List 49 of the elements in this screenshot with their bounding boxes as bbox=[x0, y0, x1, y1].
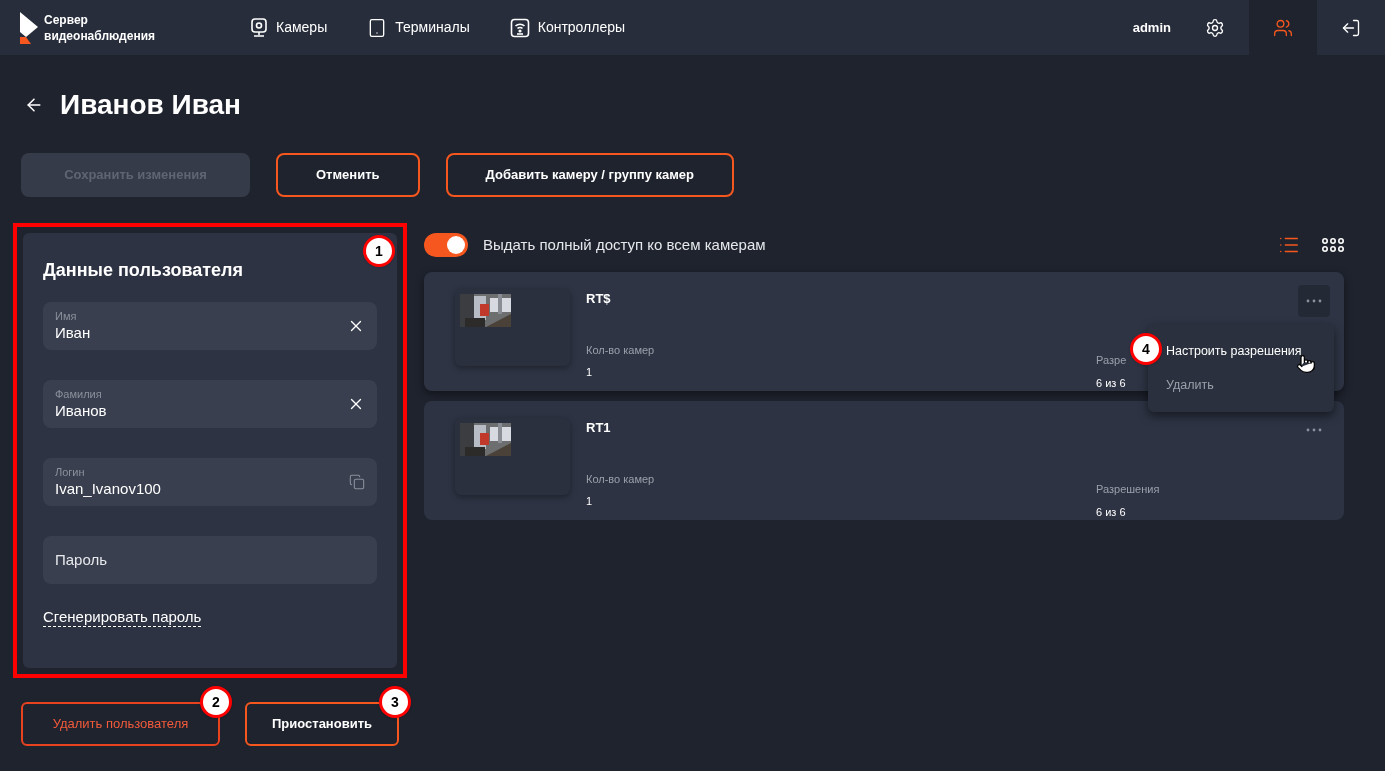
field-value: Ivan_Ivanov100 bbox=[55, 478, 162, 499]
group-name: RT$ bbox=[586, 290, 612, 308]
count-label: Кол-во камер bbox=[586, 342, 656, 358]
text-field[interactable]: Пароль bbox=[43, 536, 377, 584]
settings-icon bbox=[1205, 17, 1225, 38]
annotation-marker: 3 bbox=[379, 686, 411, 718]
text-field[interactable]: Логин Ivan_Ivanov100 bbox=[43, 458, 377, 506]
view-mode-button[interactable] bbox=[1322, 237, 1344, 253]
logo-text: Сервер видеонаблюдения bbox=[44, 11, 156, 44]
field-label: Имя bbox=[55, 309, 78, 323]
copy-icon[interactable] bbox=[349, 474, 365, 490]
count-label: Кол-во камер bbox=[586, 471, 656, 487]
nav-link[interactable]: Контроллеры bbox=[509, 17, 626, 38]
text-field[interactable]: Фамилия Иванов bbox=[43, 380, 377, 428]
toggle-switch[interactable] bbox=[424, 233, 468, 257]
permissions-value: 6 из 6 bbox=[1096, 504, 1127, 520]
group-name: RT1 bbox=[586, 419, 612, 437]
action-button[interactable]: Добавить камеру / группу камер bbox=[445, 153, 734, 197]
generate-password-link[interactable]: Сгенерировать пароль bbox=[43, 608, 202, 627]
username: admin bbox=[1132, 18, 1171, 37]
toggle-label: Выдать полный доступ ко всем камерам bbox=[483, 234, 766, 255]
logo-icon bbox=[20, 11, 38, 44]
text-field[interactable]: Имя Иван bbox=[43, 302, 377, 350]
wifi-device-icon bbox=[509, 17, 530, 38]
logout-icon bbox=[1341, 17, 1361, 38]
nav-link[interactable]: Камеры bbox=[250, 17, 328, 38]
grid-icon bbox=[1322, 237, 1344, 253]
count-value: 1 bbox=[586, 365, 594, 380]
annotation-marker: 2 bbox=[200, 686, 232, 718]
count-value: 1 bbox=[586, 494, 594, 509]
field-label: Фамилия bbox=[55, 387, 103, 401]
action-button[interactable]: Отменить bbox=[276, 153, 420, 197]
card-title: Данные пользователя bbox=[43, 259, 244, 282]
page-title: Иванов Иван bbox=[60, 88, 241, 122]
permissions-label: Разрешения bbox=[1096, 482, 1160, 497]
annotation-marker: 4 bbox=[1130, 333, 1162, 365]
field-value: Иван bbox=[55, 322, 92, 343]
annotation-marker: 1 bbox=[363, 235, 395, 267]
permissions-value: 6 из 6 bbox=[1096, 375, 1127, 391]
camera-group-card[interactable]: RT1 Кол-во камер 1 Разрешения 6 из 6 bbox=[424, 401, 1344, 520]
more-icon bbox=[1306, 428, 1322, 432]
permissions-label: Разре bbox=[1096, 353, 1127, 368]
field-label: Логин bbox=[55, 465, 86, 479]
nav-link[interactable]: Терминалы bbox=[367, 17, 470, 38]
field-value: Иванов bbox=[55, 400, 108, 421]
users-icon bbox=[1273, 17, 1293, 38]
more-icon bbox=[1306, 299, 1322, 303]
webcam-icon bbox=[250, 17, 268, 38]
password-input[interactable]: Пароль bbox=[55, 548, 365, 572]
